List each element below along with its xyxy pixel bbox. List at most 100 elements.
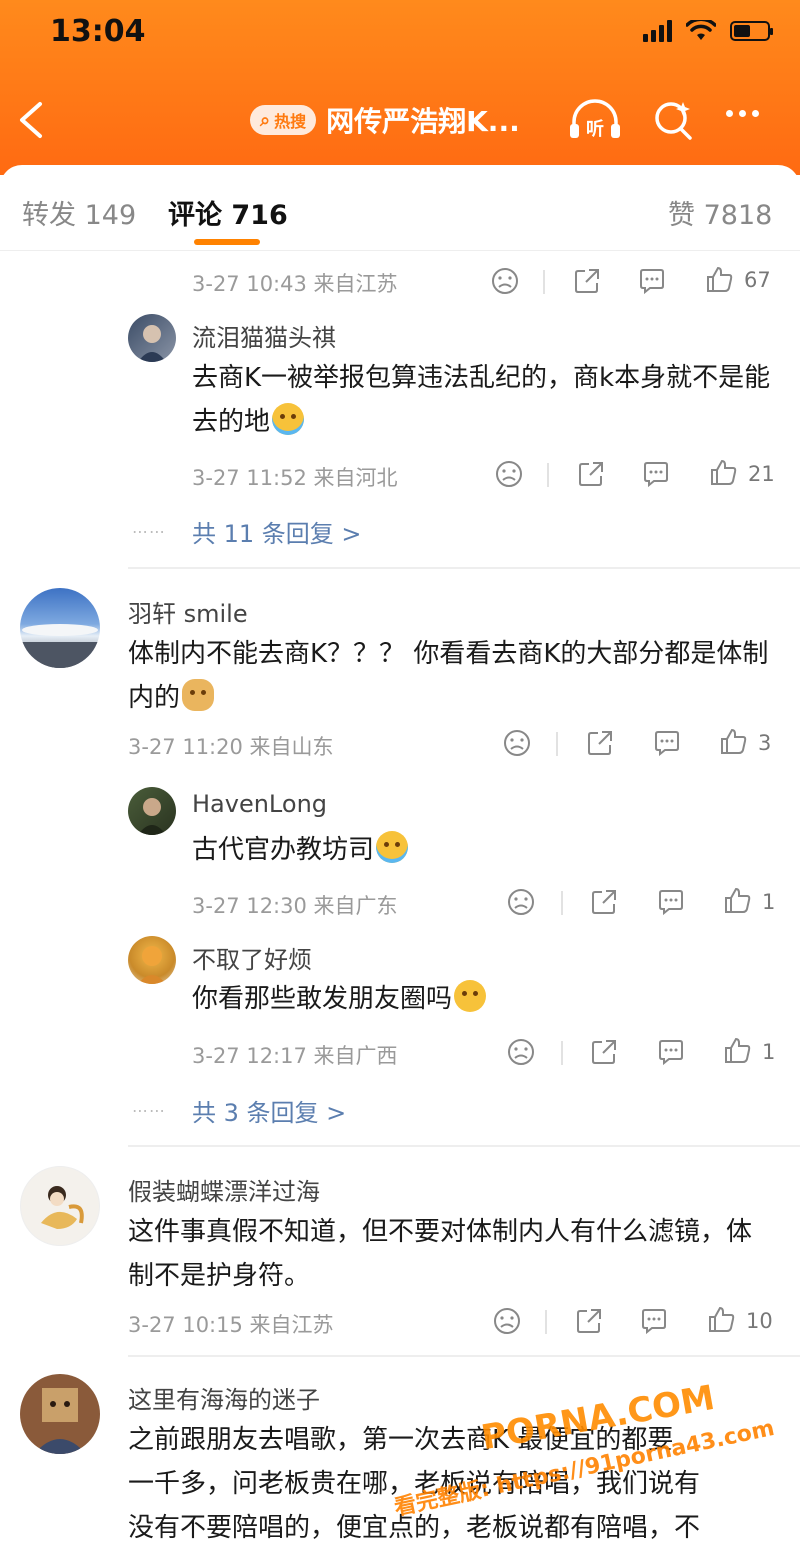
comment-meta: 3-27 10:15 来自江苏	[128, 1313, 334, 1337]
doge-emoji-icon	[182, 679, 215, 711]
avatar-image	[34, 1388, 86, 1454]
comment-username[interactable]: 这里有海海的迷子	[128, 1380, 320, 1415]
dislike-icon[interactable]	[506, 1037, 536, 1067]
comment-icon[interactable]	[656, 887, 686, 917]
like-icon[interactable]	[722, 885, 752, 915]
dislike-icon[interactable]	[490, 266, 520, 296]
comment-text: 你看那些敢发朋友圈吗	[192, 977, 772, 1021]
comment-icon[interactable]	[656, 1037, 686, 1067]
laughing-emoji-icon	[454, 980, 487, 1012]
comment-divider	[128, 567, 800, 569]
comment-icon[interactable]	[641, 459, 671, 489]
share-icon[interactable]	[589, 1037, 619, 1067]
comment-username[interactable]: 流泪猫猫头祺	[192, 318, 336, 353]
comment-divider	[128, 1145, 800, 1147]
comment-divider	[128, 1355, 800, 1357]
like-count: 10	[746, 1309, 773, 1333]
like-count: 1	[762, 890, 776, 914]
avatar-image	[138, 798, 166, 835]
active-tab-indicator	[194, 239, 260, 245]
comment-icon[interactable]	[639, 1306, 669, 1336]
comment-meta: 3-27 11:52 来自河北	[192, 466, 398, 490]
tab-likes[interactable]: 赞 7818	[668, 193, 772, 232]
share-icon[interactable]	[585, 728, 615, 758]
tab-reposts[interactable]: 转发 149	[22, 193, 136, 232]
comment-username[interactable]: HavenLong	[192, 790, 327, 818]
comment-body: 你看那些敢发朋友圈吗	[192, 984, 453, 1014]
crying-laughing-emoji-icon	[376, 831, 409, 863]
view-more-replies[interactable]: 共 11 条回复 >	[192, 514, 362, 549]
comment-icon[interactable]	[637, 266, 667, 296]
like-icon[interactable]	[708, 457, 738, 487]
like-count: 1	[762, 1040, 776, 1064]
battery-icon	[730, 21, 773, 41]
separator	[561, 1041, 563, 1065]
svg-text:听: 听	[586, 118, 604, 140]
status-icons	[643, 20, 773, 42]
comment-text: 这件事真假不知道，但不要对体制内人有什么滤镜，体制不是护身符。	[128, 1217, 753, 1291]
back-arrow-icon[interactable]	[12, 98, 52, 142]
avatar-image	[138, 946, 166, 984]
hot-search-badge: ⌕ 热搜	[250, 105, 317, 135]
comment-text: 体制内不能去商K？？？ 你看看去商K的大部分都是体制内的	[128, 632, 778, 720]
share-icon[interactable]	[576, 459, 606, 489]
nav-title-group[interactable]: ⌕ 热搜 网传严浩翔K...	[250, 100, 520, 140]
share-icon[interactable]	[589, 887, 619, 917]
reply-dots: ⋯⋯	[132, 1101, 166, 1120]
cellular-signal-icon	[643, 20, 672, 42]
search-icon[interactable]	[652, 98, 696, 142]
reply-dots: ⋯⋯	[132, 522, 166, 541]
avatar[interactable]	[128, 936, 176, 984]
more-options-icon[interactable]	[726, 110, 759, 117]
comment-meta: 3-27 12:17 来自广西	[192, 1044, 398, 1068]
share-icon[interactable]	[574, 1306, 604, 1336]
like-icon[interactable]	[722, 1035, 752, 1065]
comment-body: 体制内不能去商K？？？ 你看看去商K的大部分都是体制内的	[128, 639, 769, 713]
avatar-image	[20, 624, 100, 668]
dislike-icon[interactable]	[492, 1306, 522, 1336]
separator	[543, 270, 545, 294]
status-time: 13:04	[50, 14, 146, 49]
comment-meta: 3-27 11:20 来自山东	[128, 735, 334, 759]
comment-username[interactable]: 假装蝴蝶漂洋过海	[128, 1172, 320, 1207]
like-count: 67	[744, 268, 771, 292]
hot-search-label: 热搜	[274, 112, 307, 131]
tab-comments[interactable]: 评论 716	[168, 193, 288, 232]
comment-icon[interactable]	[652, 728, 682, 758]
nav-title: 网传严浩翔K...	[326, 105, 520, 138]
headphones-listen-icon[interactable]: 听	[566, 98, 624, 142]
like-icon[interactable]	[706, 1304, 736, 1334]
avatar[interactable]	[20, 1166, 100, 1246]
view-more-replies[interactable]: 共 3 条回复 >	[192, 1093, 346, 1128]
avatar[interactable]	[20, 588, 100, 668]
comment-meta: 3-27 12:30 来自广东	[192, 894, 398, 918]
like-count: 21	[748, 462, 775, 486]
dislike-icon[interactable]	[502, 728, 532, 758]
comment-text: 古代官办教坊司	[192, 828, 772, 872]
dislike-icon[interactable]	[494, 459, 524, 489]
share-icon[interactable]	[572, 266, 602, 296]
separator	[547, 463, 549, 487]
like-icon[interactable]	[704, 264, 734, 294]
separator	[556, 732, 558, 756]
comment-body: 古代官办教坊司	[192, 835, 375, 865]
comment-text: 去商K一被举报包算违法乱纪的，商k本身就不是能去的地	[192, 356, 772, 444]
avatar[interactable]	[20, 1374, 100, 1454]
comment-meta: 3-27 10:43 来自江苏	[192, 272, 398, 296]
tab-bar: 转发 149 评论 716 赞 7818	[0, 165, 800, 251]
comment-text-line-3: 没有不要陪唱的，便宜点的，老板说都有陪唱，不	[128, 1513, 701, 1543]
top-header: 13:04 ⌕ 热搜 网传严浩翔K... 听	[0, 0, 800, 175]
separator	[561, 891, 563, 915]
avatar-image	[138, 325, 166, 362]
like-icon[interactable]	[718, 726, 748, 756]
crying-laughing-emoji-icon	[272, 403, 305, 435]
search-icon: ⌕	[260, 109, 271, 131]
wifi-icon	[686, 20, 716, 40]
comment-username[interactable]: 羽轩 smile	[128, 594, 248, 629]
like-count: 3	[758, 731, 772, 755]
avatar[interactable]	[128, 787, 176, 835]
avatar[interactable]	[128, 314, 176, 362]
avatar-image	[41, 1186, 84, 1229]
comment-username[interactable]: 不取了好烦	[192, 940, 312, 975]
dislike-icon[interactable]	[506, 887, 536, 917]
